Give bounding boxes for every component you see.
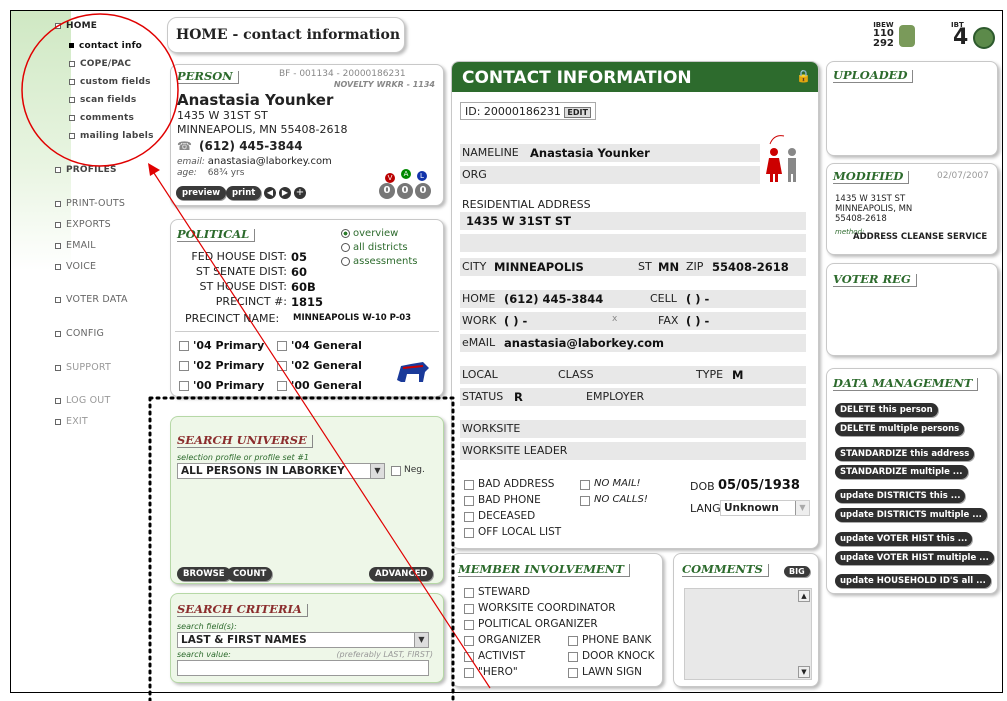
annotation-arrow-line [151, 169, 491, 689]
annotation-overlay [21, 13, 491, 701]
annotation-dotted-box [148, 396, 455, 701]
annotation-circle [21, 13, 179, 167]
